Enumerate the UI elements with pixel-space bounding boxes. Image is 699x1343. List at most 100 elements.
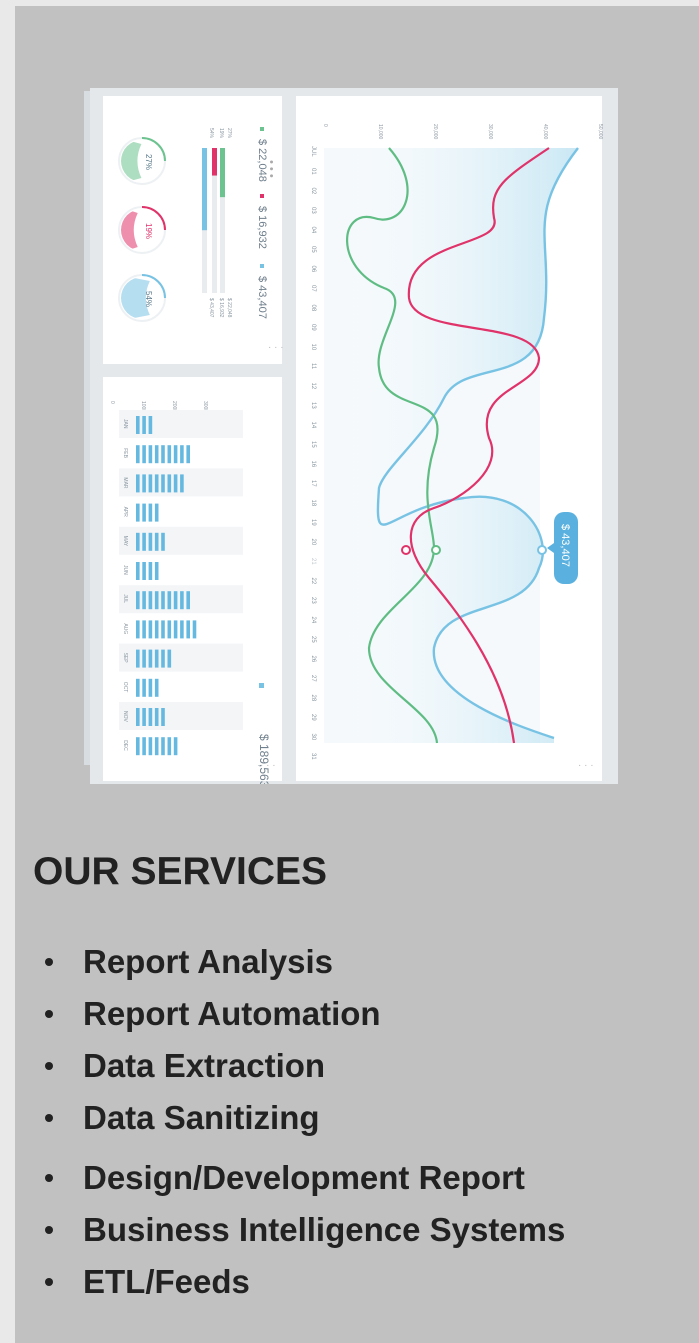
- day-tick: 04: [310, 227, 316, 234]
- service-item-data-extraction: Data Extraction: [45, 1040, 685, 1092]
- pink-marker: [401, 545, 411, 555]
- monthly-bar-segment: [142, 649, 146, 668]
- monthly-bar-segment: [136, 474, 140, 493]
- monthly-bar-segment: [136, 620, 140, 639]
- monthly-bar-segment: [154, 503, 159, 522]
- monthly-bar-segment: [142, 737, 146, 756]
- month-label-mar: MAR: [122, 477, 128, 489]
- monthly-bar-segment: [136, 649, 140, 668]
- day-tick: 21: [310, 558, 316, 565]
- month-label-jun: JUN: [122, 565, 128, 575]
- monthly-bar-segment: [154, 445, 159, 464]
- service-item-etl-feeds: ETL/Feeds: [45, 1256, 685, 1308]
- monthly-axis-tick: 0: [109, 401, 115, 404]
- service-item-report-automation: Report Automation: [45, 988, 685, 1040]
- monthly-bar-segment: [161, 532, 165, 551]
- monthly-bar-segment: [180, 620, 184, 639]
- monthly-bar-segment: [148, 474, 153, 493]
- mini-bar-amount: $ 22,048: [226, 298, 232, 318]
- donut-label: 27%: [144, 154, 153, 170]
- month-label-apr: APR: [122, 507, 128, 518]
- value-tick: 0: [322, 124, 328, 127]
- year-total-label: $ 189,563: [257, 734, 271, 784]
- monthly-bar-segment: [136, 416, 140, 434]
- month-label-sep: SEP: [122, 653, 128, 664]
- donut-label: 19%: [144, 223, 153, 239]
- total-swatch-pink: [260, 194, 264, 198]
- month-label-aug: AUG: [122, 623, 128, 634]
- day-tick: 31: [310, 753, 316, 760]
- month-label-may: MAY: [122, 536, 128, 547]
- monthly-bar-segment: [148, 416, 153, 434]
- day-tick: 03: [310, 207, 316, 214]
- monthly-bar-segment: [161, 708, 165, 726]
- monthly-bar-segment: [180, 474, 184, 493]
- day-tick: 10: [310, 344, 316, 351]
- services-section: OUR SERVICES Report Analysis Report Auto…: [33, 850, 565, 1300]
- day-tick: 26: [310, 656, 316, 663]
- day-tick: 07: [310, 285, 316, 292]
- monthly-bar-segment: [167, 737, 172, 756]
- value-tick: 50,000: [597, 124, 603, 140]
- month-label-dec: DEC: [122, 740, 128, 751]
- monthly-bar-segment: [173, 474, 178, 493]
- monthly-bar-segment: [173, 445, 178, 464]
- day-tick: 09: [310, 324, 316, 331]
- day-tick: 22: [310, 578, 316, 585]
- monthly-bar-segment: [136, 591, 140, 610]
- mini-bar-pct: 19%: [218, 128, 224, 139]
- green-marker: [431, 545, 441, 555]
- day-tick: 05: [310, 246, 316, 253]
- monthly-bar-segment: [186, 620, 190, 639]
- monthly-bar-segment: [148, 620, 153, 639]
- dashboard-illustration: • • • $ 22,048 $ 16,932 $ 43,407 27% $ 22,0…: [84, 88, 618, 784]
- value-tick: 30,000: [487, 124, 493, 140]
- monthly-bar-segment: [154, 532, 159, 551]
- monthly-bar-segment: [142, 416, 146, 434]
- monthly-bar-segment: [148, 503, 153, 522]
- month-label-jan: JAN: [122, 419, 128, 429]
- monthly-bar-segment: [173, 591, 178, 610]
- day-tick: 28: [310, 695, 316, 702]
- services-heading: OUR SERVICES: [33, 850, 328, 893]
- day-tick: 14: [310, 422, 316, 429]
- value-tick: 10,000: [377, 124, 383, 140]
- service-item-data-sanitizing: Data Sanitizing: [45, 1092, 685, 1144]
- day-tick: 13: [310, 402, 316, 409]
- mini-bar-pct: 54%: [208, 128, 214, 139]
- monthly-bar-segment: [136, 532, 140, 551]
- day-tick: 06: [310, 266, 316, 273]
- monthly-bar-segment: [142, 445, 146, 464]
- monthly-bar-segment: [136, 562, 140, 580]
- monthly-card: 0 100k 200k 300kJANFEBMARAPRMAYJUNJULAUGSEP…: [103, 377, 282, 784]
- mini-bar-pct: 27%: [226, 128, 232, 139]
- mini-bar-amount: $ 43,407: [208, 298, 214, 318]
- monthly-bar-segment: [154, 620, 159, 639]
- monthly-bar-segment: [142, 708, 146, 726]
- monthly-bar-segment: [142, 620, 146, 639]
- day-tick: 16: [310, 461, 316, 468]
- monthly-bar-segment: [154, 737, 159, 756]
- monthly-bar-segment: [154, 678, 159, 697]
- total-blue: $ 43,407: [256, 276, 268, 319]
- monthly-bar-segment: [161, 474, 165, 493]
- monthly-bar-segment: [148, 708, 153, 726]
- value-tick: 40,000: [542, 124, 548, 140]
- day-tick: 19: [310, 519, 316, 526]
- monthly-bar-segment: [136, 708, 140, 726]
- monthly-bar-segment: [136, 503, 140, 522]
- monthly-bar-segment: [167, 591, 172, 610]
- day-tick: 02: [310, 188, 316, 195]
- summary-card-dots: · · ·: [268, 342, 284, 353]
- mini-bar-amount: $ 16,932: [218, 298, 224, 318]
- monthly-bar-segment: [167, 620, 172, 639]
- total-swatch-blue: [260, 264, 264, 268]
- month-label-oct: OCT: [122, 682, 128, 693]
- main-card-dots: · · ·: [578, 760, 594, 771]
- monthly-bar-segment: [180, 445, 184, 464]
- mini-bar-fill: [220, 148, 225, 198]
- monthly-bar-segment: [136, 678, 140, 697]
- total-swatch-green: [260, 127, 264, 131]
- monthly-card-dots: · · ·: [260, 760, 276, 771]
- day-tick: 11: [310, 363, 316, 370]
